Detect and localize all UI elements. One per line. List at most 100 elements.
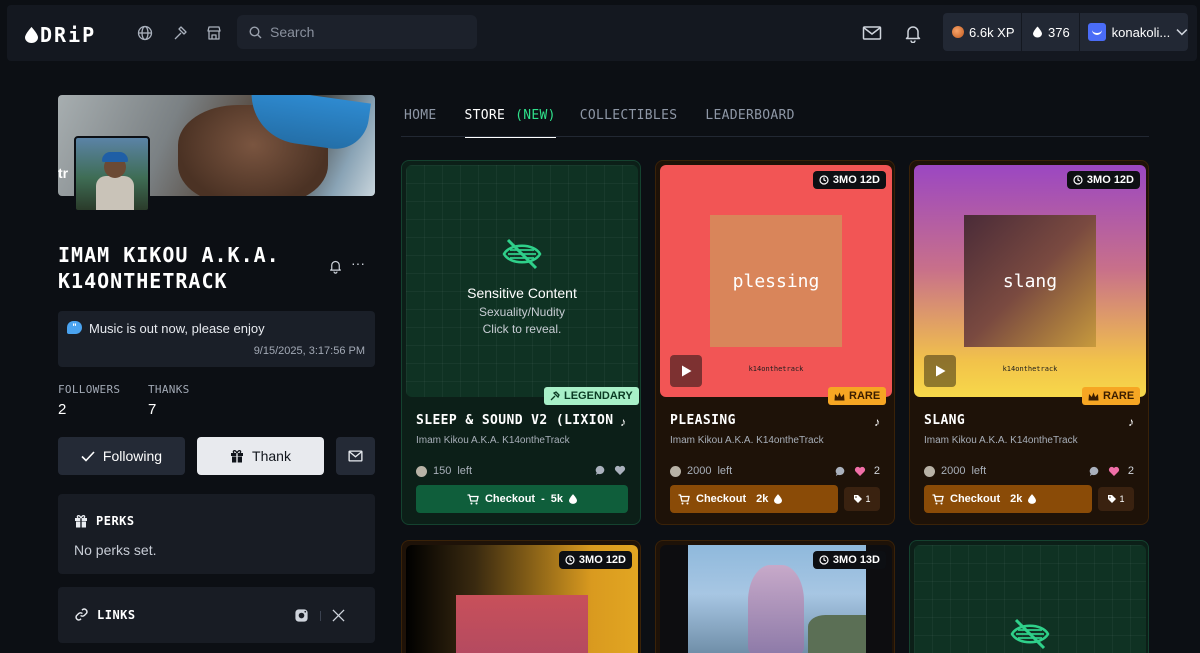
- rarity-badge: RARE: [828, 387, 887, 405]
- card-artist[interactable]: Imam Kikou A.K.A. K14ontheTrack: [670, 435, 824, 446]
- following-label: Following: [102, 448, 163, 464]
- new-badge: (NEW): [515, 108, 556, 123]
- crown-icon: [834, 392, 845, 400]
- user-avatar: [1088, 23, 1106, 41]
- clock-icon: [565, 555, 575, 565]
- comment-icon[interactable]: [595, 465, 606, 476]
- supply-remaining: 2000 left: [670, 465, 732, 477]
- clock-icon: [1073, 175, 1083, 185]
- rarity-badge: RARE: [1082, 387, 1141, 405]
- search-icon: [249, 25, 262, 38]
- sensitive-content-cover[interactable]: Sensitive Content Sexuality/Nudity Click…: [406, 165, 638, 397]
- message-button[interactable]: [336, 437, 375, 475]
- perks-title: PERKS: [96, 514, 135, 528]
- thanks-count: 7: [148, 401, 157, 418]
- clock-icon: [819, 555, 829, 565]
- checkout-button[interactable]: Checkout -5k: [416, 485, 628, 513]
- tab-home[interactable]: HOME: [404, 108, 437, 138]
- card-artist[interactable]: Imam Kikou A.K.A. K14ontheTrack: [416, 435, 570, 446]
- store-card-row2-3[interactable]: [909, 540, 1149, 653]
- card-artist[interactable]: Imam Kikou A.K.A. K14ontheTrack: [924, 435, 1078, 446]
- xp-pill[interactable]: 6.6k XP: [943, 13, 1021, 51]
- supply-remaining: 150 left: [416, 465, 472, 477]
- drip-logo[interactable]: DRiP: [25, 23, 96, 47]
- card-cover-art[interactable]: 3MO 13D: [660, 545, 892, 653]
- eye-slash-icon: [1010, 618, 1050, 650]
- thank-button[interactable]: Thank: [197, 437, 324, 475]
- bell-icon[interactable]: [903, 23, 923, 43]
- followers-count[interactable]: 2: [58, 401, 66, 418]
- store-card-row2-1[interactable]: 3MO 12D: [401, 540, 641, 653]
- speech-bubble-icon: ": [67, 321, 82, 334]
- card-title: SLANG: [924, 413, 966, 428]
- heart-icon[interactable]: [614, 465, 626, 476]
- tag-button[interactable]: 1: [1098, 487, 1134, 511]
- sensitive-hint: Click to reveal.: [482, 322, 562, 336]
- time-remaining-badge: 3MO 12D: [1066, 171, 1140, 189]
- album-cover: plessing: [710, 215, 842, 347]
- comment-icon[interactable]: [835, 466, 846, 477]
- card-cover-art[interactable]: 3MO 12D: [406, 545, 638, 653]
- album-cover: [456, 595, 588, 653]
- thanks-label: THANKS: [148, 383, 190, 396]
- username: konakoli...: [1111, 24, 1171, 40]
- checkout-button[interactable]: Checkout 2k: [670, 485, 838, 513]
- heart-icon[interactable]: [1108, 466, 1120, 477]
- play-button[interactable]: [670, 355, 702, 387]
- store-card-slang[interactable]: slang k14onthetrack 3MO 12D RARE SLANG ♪…: [909, 160, 1149, 525]
- message-timestamp: 9/15/2025, 3:17:56 PM: [253, 345, 365, 357]
- checkout-button[interactable]: Checkout 2k: [924, 485, 1092, 513]
- hammer-icon: [550, 391, 560, 401]
- tab-store[interactable]: STORE (NEW): [464, 108, 556, 138]
- music-note-icon: ♪: [874, 415, 880, 429]
- following-button[interactable]: Following: [58, 437, 185, 475]
- cart-icon: [932, 493, 944, 504]
- sensitive-reason: Sexuality/Nudity: [478, 305, 566, 319]
- card-cover-art[interactable]: slang k14onthetrack 3MO 12D: [914, 165, 1146, 397]
- links-panel: LINKS: [58, 587, 375, 643]
- music-note-icon: ♪: [620, 415, 626, 429]
- globe-icon[interactable]: [137, 25, 153, 41]
- search-input[interactable]: [270, 24, 460, 40]
- instagram-icon[interactable]: [294, 608, 309, 623]
- tag-button[interactable]: 1: [844, 487, 880, 511]
- tab-leaderboard[interactable]: LEADERBOARD: [705, 108, 794, 138]
- card-cover-art[interactable]: plessing k14onthetrack 3MO 12D: [660, 165, 892, 397]
- x-twitter-icon[interactable]: [332, 609, 345, 622]
- card-title: PLEASING: [670, 413, 736, 428]
- store-card-row2-2[interactable]: 3MO 13D: [655, 540, 895, 653]
- check-icon: [81, 450, 95, 462]
- profile-avatar: [74, 136, 150, 212]
- links-divider: [320, 611, 321, 621]
- tag-icon: [1108, 495, 1117, 503]
- links-title: LINKS: [97, 607, 136, 622]
- heart-icon[interactable]: [854, 466, 866, 477]
- search-box[interactable]: [237, 15, 477, 49]
- banner-text: tr: [58, 165, 69, 181]
- store-card-sleep-and-sound[interactable]: Sensitive Content Sexuality/Nudity Click…: [401, 160, 641, 525]
- music-note-icon: ♪: [1128, 415, 1134, 429]
- play-button[interactable]: [924, 355, 956, 387]
- supply-icon: [670, 465, 681, 477]
- store-card-pleasing[interactable]: plessing k14onthetrack 3MO 12D RARE PLEA…: [655, 160, 895, 525]
- comment-icon[interactable]: [1089, 466, 1100, 477]
- time-remaining-badge: 3MO 12D: [812, 171, 886, 189]
- xp-coin-icon: [952, 26, 964, 38]
- gift-icon: [75, 515, 87, 528]
- tab-collectibles[interactable]: COLLECTIBLES: [580, 108, 678, 138]
- logo-text: DRiP: [40, 23, 97, 47]
- sensitive-content-cover[interactable]: [914, 545, 1146, 653]
- xp-value: 6.6k XP: [969, 24, 1015, 40]
- drop-icon: [1028, 494, 1037, 504]
- more-options-icon[interactable]: ···: [351, 255, 365, 271]
- hammer-icon[interactable]: [172, 25, 188, 41]
- perks-empty-text: No perks set.: [74, 542, 157, 558]
- mail-icon[interactable]: [862, 23, 882, 43]
- play-icon: [681, 365, 691, 377]
- notify-bell-icon[interactable]: [328, 258, 343, 274]
- store-icon[interactable]: [206, 25, 222, 41]
- card-title: SLEEP & SOUND V2 (LIXION ...: [416, 413, 616, 428]
- rarity-badge: LEGENDARY: [544, 387, 639, 405]
- drip-balance-pill[interactable]: 376: [1022, 13, 1079, 51]
- user-menu[interactable]: konakoli...: [1080, 13, 1188, 51]
